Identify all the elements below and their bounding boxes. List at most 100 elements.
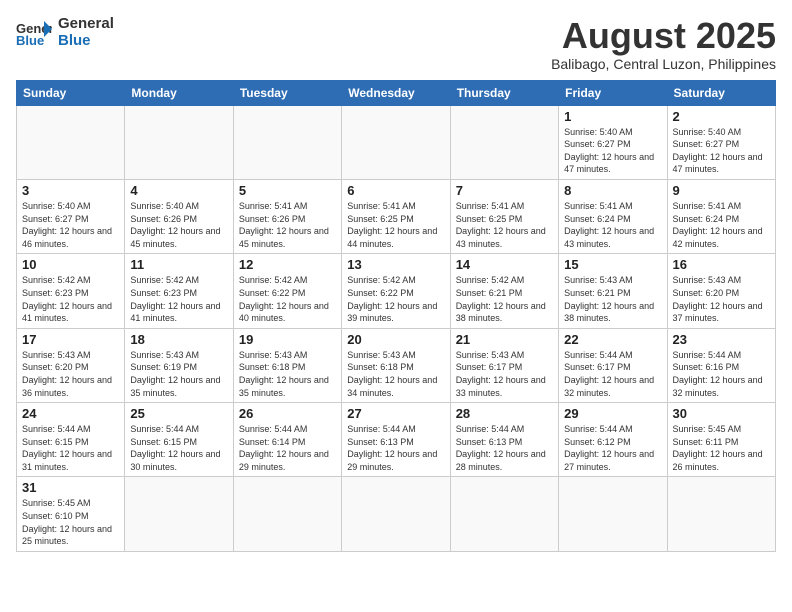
day-number: 22 [564,332,661,347]
calendar-cell: 23Sunrise: 5:44 AM Sunset: 6:16 PM Dayli… [667,328,775,402]
day-number: 6 [347,183,444,198]
day-info: Sunrise: 5:44 AM Sunset: 6:15 PM Dayligh… [22,423,119,473]
day-number: 5 [239,183,336,198]
calendar-cell [450,477,558,551]
day-number: 7 [456,183,553,198]
day-header-thursday: Thursday [450,80,558,105]
day-number: 11 [130,257,227,272]
day-info: Sunrise: 5:43 AM Sunset: 6:20 PM Dayligh… [673,274,770,324]
day-number: 4 [130,183,227,198]
day-info: Sunrise: 5:44 AM Sunset: 6:13 PM Dayligh… [456,423,553,473]
calendar-week-row: 17 Sunrise: 5:43 AM Sunset: 6:20 PM Dayli… [17,328,776,402]
calendar-week-row: 10 Sunrise: 5:42 AM Sunset: 6:23 PM Dayli… [17,254,776,328]
calendar-cell [125,105,233,179]
day-info: Sunrise: 5:43 AM Sunset: 6:21 PM Dayligh… [564,274,661,324]
calendar-cell: 24 Sunrise: 5:44 AM Sunset: 6:15 PM Dayli… [17,403,125,477]
day-info: Sunrise: 5:42 AM Sunset: 6:21 PM Dayligh… [456,274,553,324]
day-info: Sunrise: 5:44 AM Sunset: 6:15 PM Dayligh… [130,423,227,473]
day-info: Sunrise: 5:41 AM Sunset: 6:24 PM Dayligh… [673,200,770,250]
calendar-cell: 15 Sunrise: 5:43 AM Sunset: 6:21 PM Dayli… [559,254,667,328]
day-number: 18 [130,332,227,347]
calendar-cell: 12Sunrise: 5:42 AM Sunset: 6:22 PM Dayli… [233,254,341,328]
calendar-cell: 16 Sunrise: 5:43 AM Sunset: 6:20 PM Dayli… [667,254,775,328]
page-subtitle: Balibago, Central Luzon, Philippines [551,56,776,72]
calendar-cell [233,105,341,179]
day-info: Sunrise: 5:40 AM Sunset: 6:27 PM Dayligh… [673,126,770,176]
calendar-cell [233,477,341,551]
calendar-cell: 18 Sunrise: 5:43 AM Sunset: 6:19 PM Dayli… [125,328,233,402]
calendar-cell: 3 Sunrise: 5:40 AM Sunset: 6:27 PM Daylig… [17,179,125,253]
day-number: 17 [22,332,119,347]
day-info: Sunrise: 5:41 AM Sunset: 6:25 PM Dayligh… [456,200,553,250]
calendar-cell: 30Sunrise: 5:45 AM Sunset: 6:11 PM Dayli… [667,403,775,477]
calendar-cell: 27Sunrise: 5:44 AM Sunset: 6:13 PM Dayli… [342,403,450,477]
day-number: 31 [22,480,119,495]
day-info: Sunrise: 5:45 AM Sunset: 6:10 PM Dayligh… [22,497,119,547]
day-number: 16 [673,257,770,272]
day-info: Sunrise: 5:40 AM Sunset: 6:27 PM Dayligh… [564,126,661,176]
calendar-cell: 4 Sunrise: 5:40 AM Sunset: 6:26 PM Daylig… [125,179,233,253]
calendar-cell: 11Sunrise: 5:42 AM Sunset: 6:23 PM Dayli… [125,254,233,328]
calendar-cell: 9Sunrise: 5:41 AM Sunset: 6:24 PM Daylig… [667,179,775,253]
day-info: Sunrise: 5:43 AM Sunset: 6:20 PM Dayligh… [22,349,119,399]
day-number: 13 [347,257,444,272]
day-header-sunday: Sunday [17,80,125,105]
calendar-cell: 8Sunrise: 5:41 AM Sunset: 6:24 PM Daylig… [559,179,667,253]
calendar-cell: 25 Sunrise: 5:44 AM Sunset: 6:15 PM Dayli… [125,403,233,477]
day-info: Sunrise: 5:43 AM Sunset: 6:19 PM Dayligh… [130,349,227,399]
page-title: August 2025 [551,16,776,56]
day-number: 3 [22,183,119,198]
day-number: 26 [239,406,336,421]
day-info: Sunrise: 5:43 AM Sunset: 6:18 PM Dayligh… [239,349,336,399]
day-info: Sunrise: 5:40 AM Sunset: 6:26 PM Dayligh… [130,200,227,250]
day-number: 23 [673,332,770,347]
day-number: 30 [673,406,770,421]
day-header-wednesday: Wednesday [342,80,450,105]
svg-text:Blue: Blue [16,33,44,47]
calendar-cell: 5Sunrise: 5:41 AM Sunset: 6:26 PM Daylig… [233,179,341,253]
day-info: Sunrise: 5:41 AM Sunset: 6:25 PM Dayligh… [347,200,444,250]
calendar-cell: 17 Sunrise: 5:43 AM Sunset: 6:20 PM Dayli… [17,328,125,402]
calendar-cell: 7 Sunrise: 5:41 AM Sunset: 6:25 PM Daylig… [450,179,558,253]
day-info: Sunrise: 5:44 AM Sunset: 6:17 PM Dayligh… [564,349,661,399]
day-header-tuesday: Tuesday [233,80,341,105]
day-number: 12 [239,257,336,272]
day-number: 24 [22,406,119,421]
calendar-cell: 28 Sunrise: 5:44 AM Sunset: 6:13 PM Dayli… [450,403,558,477]
day-header-saturday: Saturday [667,80,775,105]
day-info: Sunrise: 5:43 AM Sunset: 6:18 PM Dayligh… [347,349,444,399]
day-info: Sunrise: 5:44 AM Sunset: 6:14 PM Dayligh… [239,423,336,473]
calendar-week-row: 31 Sunrise: 5:45 AM Sunset: 6:10 PM Dayli… [17,477,776,551]
day-number: 28 [456,406,553,421]
calendar-cell: 20 Sunrise: 5:43 AM Sunset: 6:18 PM Dayli… [342,328,450,402]
day-number: 8 [564,183,661,198]
calendar-cell: 22 Sunrise: 5:44 AM Sunset: 6:17 PM Dayli… [559,328,667,402]
logo-general-text: General [58,16,114,33]
calendar-cell: 29Sunrise: 5:44 AM Sunset: 6:12 PM Dayli… [559,403,667,477]
logo: General Blue General Blue [16,16,114,49]
calendar-header-row: SundayMondayTuesdayWednesdayThursdayFrid… [17,80,776,105]
calendar-cell: 14 Sunrise: 5:42 AM Sunset: 6:21 PM Dayli… [450,254,558,328]
calendar-cell: 21Sunrise: 5:43 AM Sunset: 6:17 PM Dayli… [450,328,558,402]
calendar-cell: 26 Sunrise: 5:44 AM Sunset: 6:14 PM Dayli… [233,403,341,477]
day-number: 19 [239,332,336,347]
day-number: 25 [130,406,227,421]
day-number: 15 [564,257,661,272]
calendar-cell [450,105,558,179]
logo-icon: General Blue [16,19,52,47]
calendar-cell: 2Sunrise: 5:40 AM Sunset: 6:27 PM Daylig… [667,105,775,179]
day-header-friday: Friday [559,80,667,105]
day-info: Sunrise: 5:42 AM Sunset: 6:23 PM Dayligh… [22,274,119,324]
calendar-week-row: 24 Sunrise: 5:44 AM Sunset: 6:15 PM Dayli… [17,403,776,477]
page-header: General Blue General Blue August 2025 Ba… [16,16,776,72]
day-number: 10 [22,257,119,272]
calendar-cell [667,477,775,551]
calendar-table: SundayMondayTuesdayWednesdayThursdayFrid… [16,80,776,552]
day-number: 20 [347,332,444,347]
day-number: 1 [564,109,661,124]
calendar-cell: 10 Sunrise: 5:42 AM Sunset: 6:23 PM Dayli… [17,254,125,328]
day-info: Sunrise: 5:40 AM Sunset: 6:27 PM Dayligh… [22,200,119,250]
calendar-cell: 6 Sunrise: 5:41 AM Sunset: 6:25 PM Daylig… [342,179,450,253]
calendar-cell [559,477,667,551]
day-number: 14 [456,257,553,272]
